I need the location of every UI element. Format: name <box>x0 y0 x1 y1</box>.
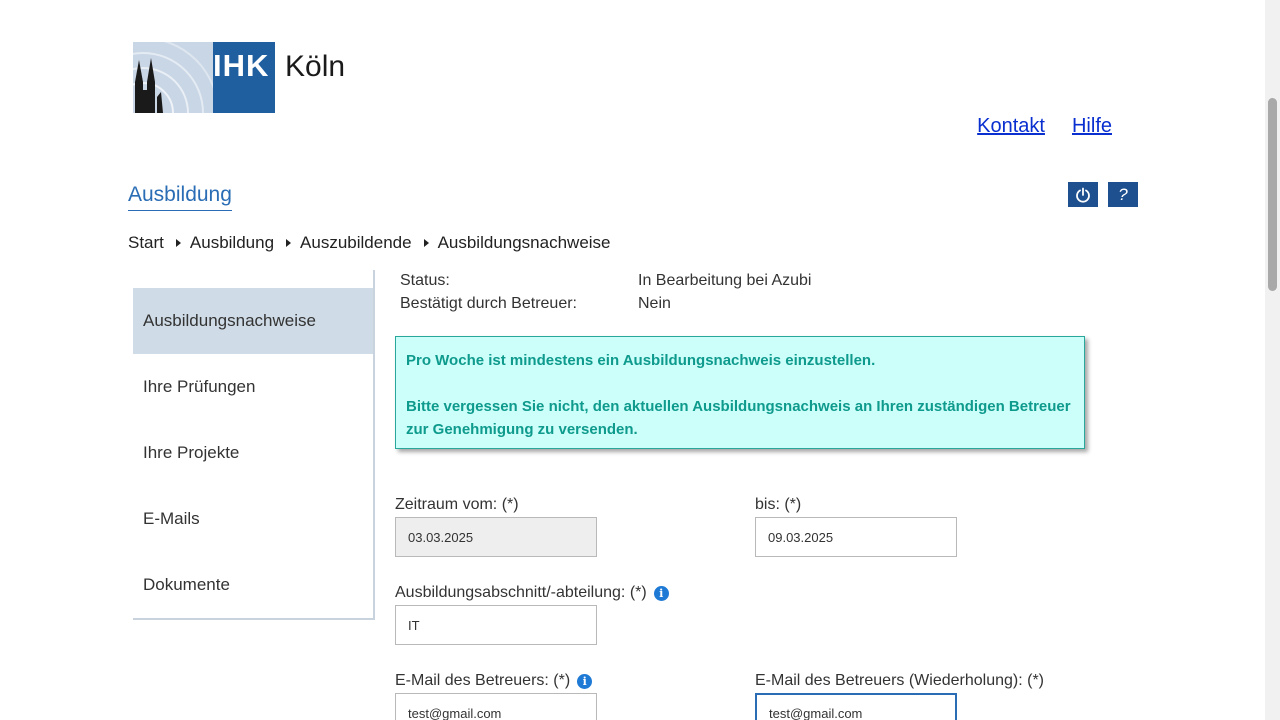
breadcrumb: Start Ausbildung Auszubildende Ausbildun… <box>128 233 611 253</box>
sidebar-item-label: E-Mails <box>143 509 200 528</box>
section-title[interactable]: Ausbildung <box>128 183 232 211</box>
help-link[interactable]: Hilfe <box>1072 115 1112 138</box>
status-label: Status: <box>400 272 450 289</box>
to-date-label: bis: (*) <box>755 496 802 513</box>
sidebar-item-label: Ihre Prüfungen <box>143 377 256 396</box>
supervisor-email-repeat-field[interactable] <box>755 693 957 720</box>
sidebar-item-label: Ihre Projekte <box>143 443 240 462</box>
info-notice: Pro Woche ist mindestens ein Ausbildungs… <box>395 336 1085 449</box>
vertical-scrollbar[interactable] <box>1265 0 1280 720</box>
sidebar-item-pruefungen[interactable]: Ihre Prüfungen <box>133 354 373 420</box>
sidebar-item-label: Ausbildungsnachweise <box>143 311 316 330</box>
sidebar-item-ausbildungsnachweise[interactable]: Ausbildungsnachweise <box>133 288 373 354</box>
scrollbar-thumb[interactable] <box>1268 98 1277 291</box>
chevron-right-icon <box>175 239 181 247</box>
logout-button[interactable] <box>1068 182 1098 207</box>
cathedral-icon <box>133 42 213 113</box>
breadcrumb-item-start[interactable]: Start <box>128 233 164 253</box>
chevron-right-icon <box>423 239 429 247</box>
sidebar-item-dokumente[interactable]: Dokumente <box>133 552 373 618</box>
chevron-right-icon <box>286 239 292 247</box>
logo-mark: IHK <box>133 42 275 113</box>
section-field-label: Ausbildungsabschnitt/-abteilung: (*) <box>395 584 647 601</box>
section-field[interactable] <box>395 605 597 645</box>
power-icon <box>1076 187 1090 203</box>
from-date-label: Zeitraum vom: (*) <box>395 496 519 513</box>
confirmed-row: Bestätigt durch Betreuer: Nein <box>400 295 671 313</box>
section-field-label-row: Ausbildungsabschnitt/-abteilung: (*) i <box>395 584 669 602</box>
confirmed-label: Bestätigt durch Betreuer: <box>400 295 577 312</box>
sidebar-nav: Ausbildungsnachweise Ihre Prüfungen Ihre… <box>133 270 375 620</box>
contact-link[interactable]: Kontakt <box>977 115 1045 138</box>
question-icon: ? <box>1118 184 1128 204</box>
help-button[interactable]: ? <box>1108 182 1138 207</box>
breadcrumb-item-current: Ausbildungsnachweise <box>437 233 611 252</box>
info-icon[interactable]: i <box>577 673 593 689</box>
info-icon[interactable]: i <box>653 585 669 601</box>
confirmed-value: Nein <box>638 295 671 312</box>
email-label-row: E-Mail des Betreuers: (*) i <box>395 672 593 690</box>
status-value: In Bearbeitung bei Azubi <box>638 272 812 289</box>
ihk-logo[interactable]: IHK Köln <box>133 42 348 113</box>
logo-city-text: Köln <box>285 50 346 83</box>
sidebar-item-label: Dokumente <box>143 575 230 594</box>
top-links: Kontakt Hilfe <box>977 115 1112 138</box>
from-date-field <box>395 517 597 557</box>
supervisor-email-field[interactable] <box>395 693 597 720</box>
sidebar-item-partial[interactable] <box>133 270 373 288</box>
notice-line-2: Bitte vergessen Sie nicht, den aktuellen… <box>406 398 1071 438</box>
to-date-field[interactable] <box>755 517 957 557</box>
status-row: Status: In Bearbeitung bei Azubi <box>400 272 811 290</box>
sidebar-item-emails[interactable]: E-Mails <box>133 486 373 552</box>
email-repeat-label: E-Mail des Betreuers (Wiederholung): (*) <box>755 672 1044 689</box>
breadcrumb-item-auszubildende[interactable]: Auszubildende <box>300 233 412 253</box>
breadcrumb-item-ausbildung[interactable]: Ausbildung <box>190 233 274 253</box>
notice-line-1: Pro Woche ist mindestens ein Ausbildungs… <box>406 352 876 369</box>
sidebar-item-projekte[interactable]: Ihre Projekte <box>133 420 373 486</box>
logo-ihk-text: IHK <box>213 48 270 83</box>
email-label: E-Mail des Betreuers: (*) <box>395 672 571 689</box>
main-content: Ausbildungsnachweise Ihre Prüfungen Ihre… <box>0 270 1265 720</box>
